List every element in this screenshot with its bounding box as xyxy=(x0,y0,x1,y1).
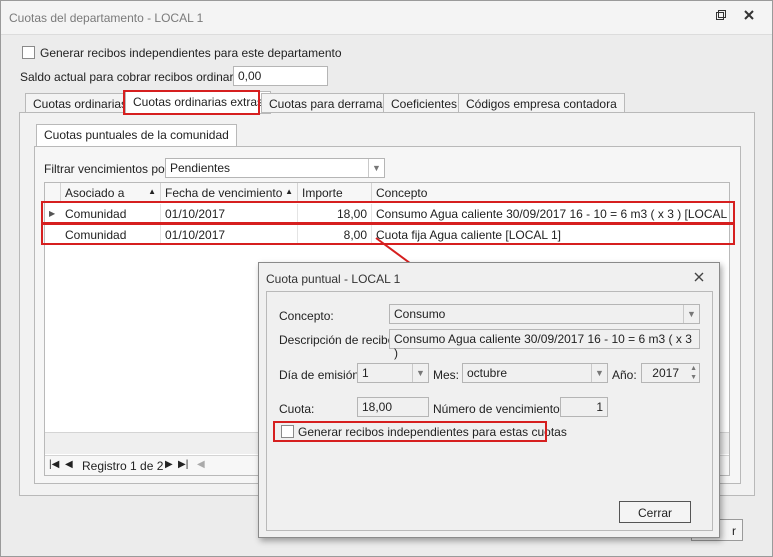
prev-record-icon[interactable]: ◀ xyxy=(65,459,73,470)
row-indicator-header xyxy=(45,183,61,203)
dia-value: 1 xyxy=(362,366,369,380)
concepto-value: Consumo xyxy=(394,307,446,321)
navigator-disabled-icon: ◀ xyxy=(197,459,205,470)
title-bar: Cuotas del departamento - LOCAL 1 xyxy=(1,1,772,35)
main-close-button-label: r xyxy=(732,524,736,538)
filter-value: Pendientes xyxy=(170,161,231,175)
chevron-down-icon[interactable]: ▼ xyxy=(591,364,607,382)
cerrar-button[interactable]: Cerrar xyxy=(619,501,691,523)
column-header-asociado[interactable]: Asociado a ▲ xyxy=(61,183,161,203)
subtab-cuotas-puntuales[interactable]: Cuotas puntuales de la comunidad xyxy=(36,124,237,147)
anio-spinner[interactable]: 2017 ▲ ▼ xyxy=(641,363,700,383)
sort-asc-icon: ▲ xyxy=(285,187,293,196)
cell-importe: 18,00 xyxy=(298,204,372,224)
close-icon[interactable] xyxy=(741,9,757,25)
filter-select[interactable]: Pendientes ▼ xyxy=(165,158,385,178)
mes-value: octubre xyxy=(467,366,508,380)
column-header-fecha[interactable]: Fecha de vencimiento ▲ xyxy=(161,183,298,203)
dialog-close-icon[interactable] xyxy=(693,271,705,286)
tab-coeficientes[interactable]: Coeficientes xyxy=(383,93,466,113)
cell-fecha: 01/10/2017 xyxy=(161,204,298,224)
row-pointer-icon: ▶ xyxy=(49,209,56,218)
window-title: Cuotas del departamento - LOCAL 1 xyxy=(9,11,204,25)
last-record-icon[interactable]: ▶| xyxy=(178,459,188,470)
mes-select[interactable]: octubre ▼ xyxy=(462,363,608,383)
anio-label: Año: xyxy=(612,368,637,382)
spinner-arrows-icon[interactable]: ▲ ▼ xyxy=(690,364,697,382)
cerrar-button-label: Cerrar xyxy=(637,506,672,520)
cell-asociado: Comunidad xyxy=(61,204,161,224)
chevron-down-icon[interactable]: ▼ xyxy=(368,159,384,177)
sort-asc-icon: ▲ xyxy=(148,187,156,196)
grid-header: Asociado a ▲ Fecha de vencimiento ▲ Impo… xyxy=(45,183,729,203)
column-header-importe[interactable]: Importe xyxy=(298,183,372,203)
generar-recibos-checkbox[interactable] xyxy=(22,46,35,59)
concepto-select[interactable]: Consumo ▼ xyxy=(389,304,700,324)
generar-cuotas-label: Generar recibos independientes para esta… xyxy=(298,425,567,439)
cuota-puntual-dialog: Cuota puntual - LOCAL 1 Concepto: Consum… xyxy=(258,262,720,538)
cuota-label: Cuota: xyxy=(279,402,315,416)
first-record-icon[interactable]: |◀ xyxy=(49,459,59,470)
tab-codigos-empresa[interactable]: Códigos empresa contadora xyxy=(458,93,625,113)
descripcion-label: Descripción de recibo: xyxy=(279,333,398,347)
cuota-input[interactable]: 18,00 xyxy=(357,397,429,417)
chevron-down-icon[interactable]: ▼ xyxy=(683,305,699,323)
table-row[interactable]: ▶ Comunidad 01/10/2017 18,00 Consumo Agu… xyxy=(45,204,729,224)
cell-importe: 8,00 xyxy=(298,225,372,245)
cell-asociado: Comunidad xyxy=(61,225,161,245)
chevron-down-icon[interactable]: ▼ xyxy=(412,364,428,382)
dia-select[interactable]: 1 ▼ xyxy=(357,363,429,383)
dia-label: Día de emisión: xyxy=(279,368,363,382)
filter-label: Filtrar vencimientos por: xyxy=(44,162,173,176)
column-label: Asociado a xyxy=(65,186,125,200)
restore-icon[interactable] xyxy=(713,9,729,25)
saldo-label: Saldo actual para cobrar recibos ordinar… xyxy=(20,70,253,84)
anio-value: 2017 xyxy=(652,366,679,380)
cell-concepto: Consumo Agua caliente 30/09/2017 16 - 10… xyxy=(376,207,729,221)
concepto-label: Concepto: xyxy=(279,309,334,323)
column-header-concepto[interactable]: Concepto xyxy=(372,183,729,203)
descripcion-input[interactable]: Consumo Agua caliente 30/09/2017 16 - 10… xyxy=(389,329,700,360)
cell-fecha: 01/10/2017 xyxy=(161,225,298,245)
next-record-icon[interactable]: ▶ xyxy=(165,459,173,470)
tab-cuotas-ordinarias[interactable]: Cuotas ordinarias xyxy=(25,93,136,113)
generar-recibos-label: Generar recibos independientes para este… xyxy=(40,46,342,60)
row-indicator xyxy=(45,225,61,245)
dialog-title: Cuota puntual - LOCAL 1 xyxy=(266,272,401,286)
generar-cuotas-checkbox[interactable] xyxy=(281,425,294,438)
navigator-text: Registro 1 de 2 xyxy=(82,459,164,473)
tab-cuotas-derramas[interactable]: Cuotas para derramas xyxy=(261,93,397,113)
numvenc-label: Número de vencimientos: xyxy=(433,402,570,416)
numvenc-input[interactable]: 1 xyxy=(560,397,608,417)
saldo-input[interactable]: 0,00 xyxy=(233,66,328,86)
column-label: Fecha de vencimiento xyxy=(165,186,283,200)
mes-label: Mes: xyxy=(433,368,460,382)
tab-cuotas-ordinarias-extras[interactable]: Cuotas ordinarias extras xyxy=(125,91,272,114)
